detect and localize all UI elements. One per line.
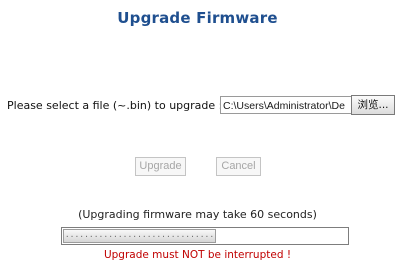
file-path-field[interactable]: C:\Users\Administrator\De (220, 96, 353, 114)
browse-button[interactable]: 浏览... (351, 95, 395, 115)
interrupt-warning: Upgrade must NOT be interrupted ! (103, 249, 292, 261)
upgrade-duration-note: (Upgrading firmware may take 60 seconds) (78, 208, 317, 221)
upgrade-button[interactable]: Upgrade (135, 157, 186, 176)
progress-bar: ............................... (61, 227, 349, 245)
file-select-row: Please select a file (~.bin) to upgrade … (7, 95, 395, 117)
progress-fill: ............................... (63, 229, 216, 243)
cancel-button[interactable]: Cancel (216, 157, 261, 176)
file-select-label: Please select a file (~.bin) to upgrade … (7, 99, 223, 112)
page-title: Upgrade Firmware (117, 9, 278, 27)
